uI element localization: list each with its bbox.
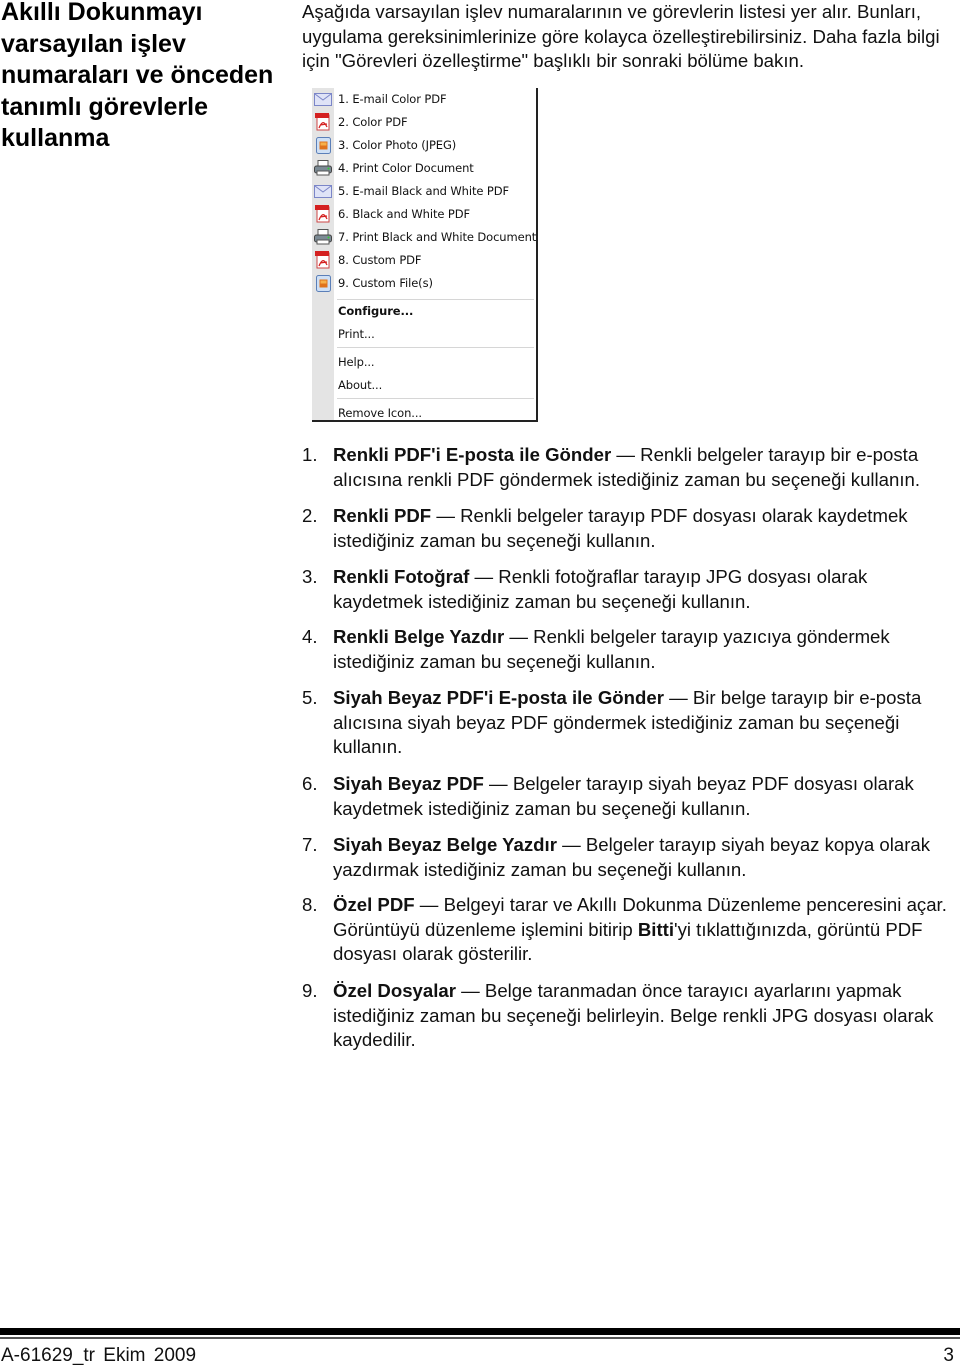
menu-separator: [337, 347, 534, 348]
task-title: Özel Dosyalar: [333, 980, 456, 1001]
smart-touch-context-menu: 1. E-mail Color PDF 2. Color PDF 3. Colo…: [312, 88, 538, 422]
footer-rule: [0, 1328, 960, 1335]
printer-icon: [312, 157, 334, 179]
menu-item-label: 1. E-mail Color PDF: [338, 92, 447, 106]
task-title: Siyah Beyaz PDF'i E-posta ile Gönder: [333, 687, 664, 708]
menu-item-label: 6. Black and White PDF: [338, 207, 470, 221]
task-title: Siyah Beyaz PDF: [333, 773, 484, 794]
task-number: 9.: [302, 980, 318, 1001]
menu-item-label: Print...: [338, 327, 375, 341]
done-button-reference: Bitti: [637, 918, 675, 940]
pdf-icon: [312, 249, 334, 271]
menu-item-bw-pdf[interactable]: 6. Black and White PDF: [312, 203, 536, 225]
task-number: 2.: [302, 505, 318, 526]
task-number: 1.: [302, 444, 318, 465]
page-number: 3: [943, 1345, 954, 1366]
dash: —: [414, 894, 444, 915]
task-number: 7.: [302, 834, 318, 855]
menu-separator: [337, 398, 534, 399]
task-title: Renkli PDF: [333, 505, 432, 526]
section-title: Akıllı Dokunmayı varsayılan işlev numara…: [1, 0, 274, 152]
menu-item-label: 7. Print Black and White Document: [338, 230, 537, 244]
menu-item-label: Help...: [338, 355, 375, 369]
document-id: A-61629_tr Ekim 2009: [1, 1345, 197, 1366]
dash: —: [455, 980, 485, 1001]
menu-item-email-color-pdf[interactable]: 1. E-mail Color PDF: [312, 88, 536, 110]
pdf-icon: [312, 203, 334, 225]
task-title: Siyah Beyaz Belge Yazdır: [333, 834, 557, 855]
photo-file-icon: [312, 272, 334, 294]
task-number: 8.: [302, 894, 318, 915]
dash: —: [431, 505, 461, 526]
menu-item-remove-icon[interactable]: Remove Icon...: [312, 402, 536, 424]
dash: —: [504, 626, 534, 647]
menu-item-label: 5. E-mail Black and White PDF: [338, 184, 509, 198]
menu-item-label: About...: [338, 378, 383, 392]
task-number: 4.: [302, 626, 318, 647]
menu-item-custom-pdf[interactable]: 8. Custom PDF: [312, 249, 536, 271]
dash: —: [663, 687, 693, 708]
task-number: 5.: [302, 687, 318, 708]
dash: —: [483, 773, 513, 794]
menu-item-help[interactable]: Help...: [312, 351, 536, 373]
pdf-icon: [312, 111, 334, 133]
menu-item-label: 2. Color PDF: [338, 115, 408, 129]
task-number: 3.: [302, 566, 318, 587]
menu-item-label: 9. Custom File(s): [338, 276, 433, 290]
task-number: 6.: [302, 773, 318, 794]
menu-item-about[interactable]: About...: [312, 374, 536, 396]
menu-item-email-bw-pdf[interactable]: 5. E-mail Black and White PDF: [312, 180, 536, 202]
dash: —: [611, 444, 641, 465]
menu-item-configure[interactable]: Configure...: [312, 300, 536, 322]
menu-item-color-photo[interactable]: 3. Color Photo (JPEG): [312, 134, 536, 156]
menu-item-label: 8. Custom PDF: [338, 253, 422, 267]
footer-rule-thin: [0, 1337, 960, 1339]
envelope-icon: [312, 180, 334, 202]
dash: —: [469, 566, 499, 587]
dash: —: [556, 834, 586, 855]
menu-item-color-pdf[interactable]: 2. Color PDF: [312, 111, 536, 133]
photo-file-icon: [312, 134, 334, 156]
intro-paragraph: Aşağıda varsayılan işlev numaralarının v…: [302, 1, 940, 71]
envelope-icon: [312, 88, 334, 110]
menu-item-label: 4. Print Color Document: [338, 161, 474, 175]
task-title: Renkli PDF'i E-posta ile Gönder: [333, 444, 612, 465]
menu-item-print-bw[interactable]: 7. Print Black and White Document: [312, 226, 536, 248]
task-title: Renkli Belge Yazdır: [333, 626, 505, 647]
task-title: Özel PDF: [333, 894, 415, 915]
menu-item-label: 3. Color Photo (JPEG): [338, 138, 457, 152]
menu-item-label: Remove Icon...: [338, 406, 422, 420]
menu-item-custom-files[interactable]: 9. Custom File(s): [312, 272, 536, 294]
menu-item-label: Configure...: [338, 304, 414, 318]
printer-icon: [312, 226, 334, 248]
menu-item-print-color[interactable]: 4. Print Color Document: [312, 157, 536, 179]
menu-item-print[interactable]: Print...: [312, 323, 536, 345]
task-title: Renkli Fotoğraf: [333, 566, 470, 587]
